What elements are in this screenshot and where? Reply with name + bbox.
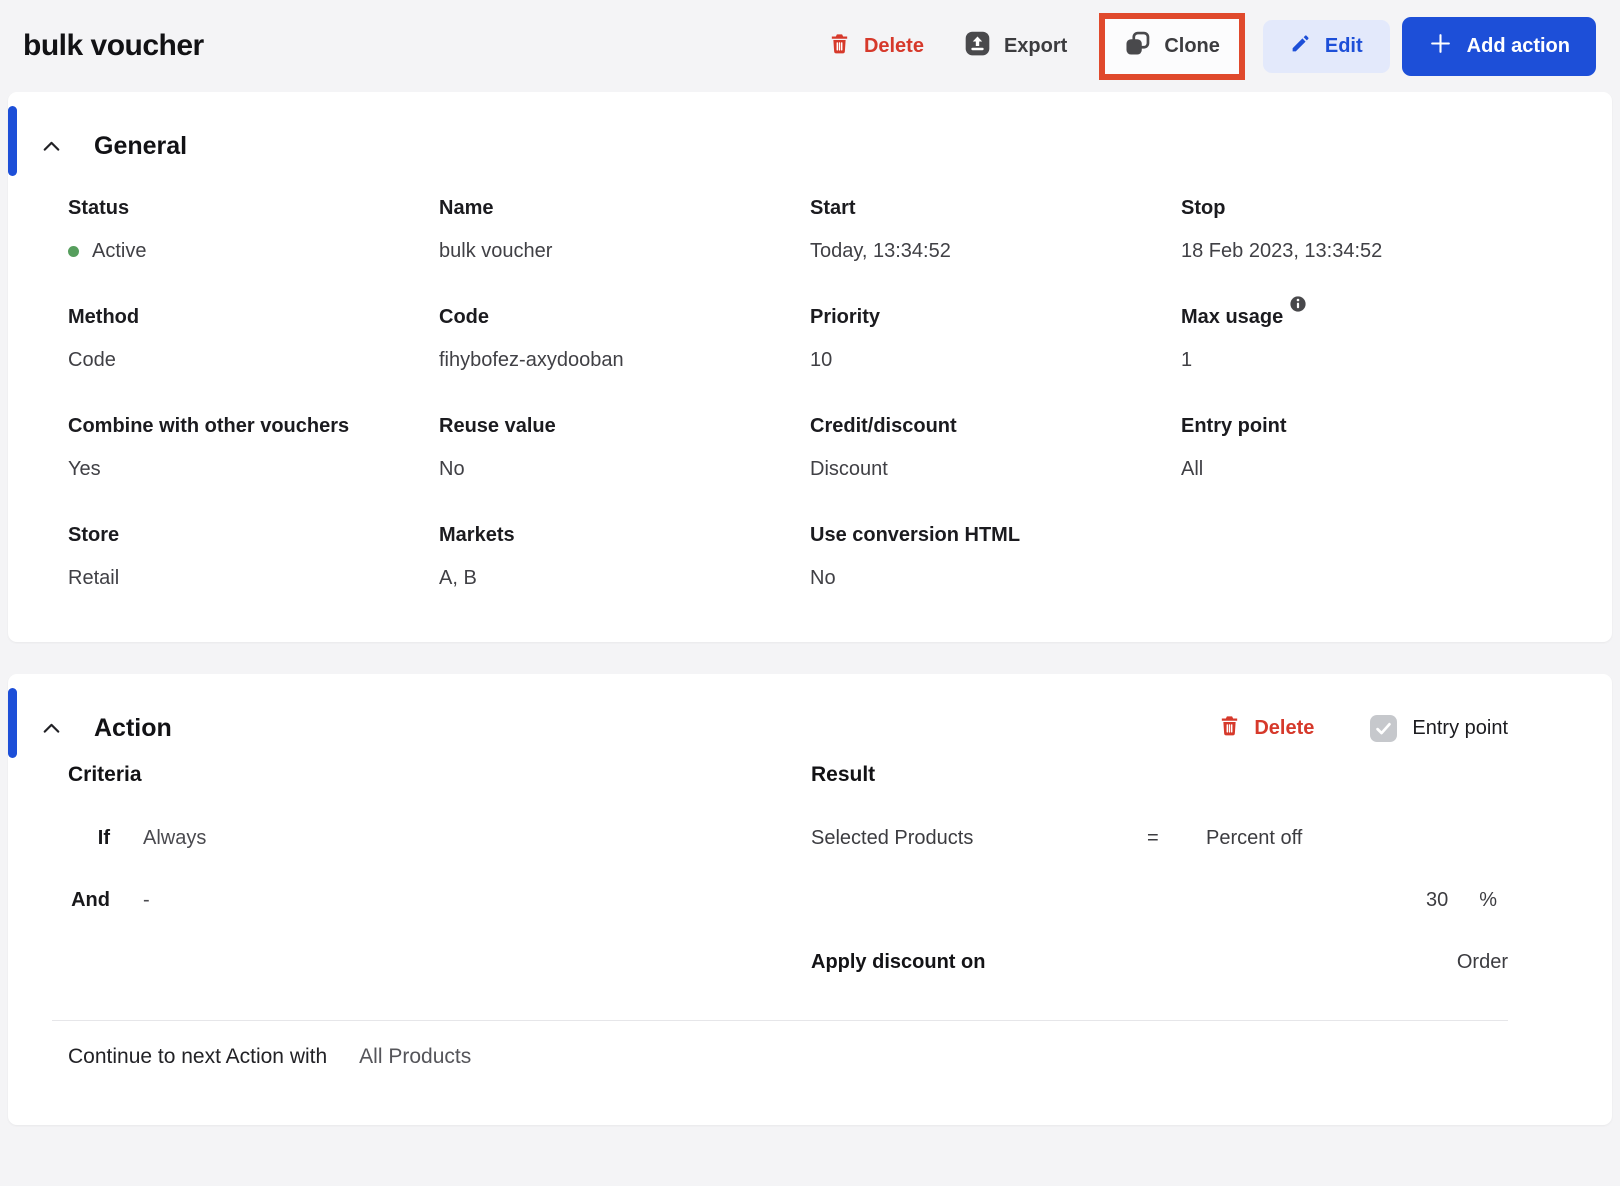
trash-icon <box>828 32 851 61</box>
status-dot-icon <box>68 245 79 257</box>
action-delete-button[interactable]: Delete <box>1218 714 1314 743</box>
clone-button-label: Clone <box>1164 34 1220 57</box>
add-action-button-label: Add action <box>1466 34 1570 57</box>
field-entry-point: Entry point All <box>1181 415 1287 480</box>
action-delete-label: Delete <box>1254 716 1315 739</box>
field-start: Start Today, 13:34:52 <box>810 197 951 262</box>
field-use-conversion-html: Use conversion HTML No <box>810 524 1021 589</box>
edit-button-label: Edit <box>1324 34 1363 57</box>
field-stop: Stop 18 Feb 2023, 13:34:52 <box>1181 197 1383 262</box>
field-priority: Priority 10 <box>810 306 881 371</box>
add-action-button[interactable]: Add action <box>1401 16 1596 76</box>
result-left-operand: Selected Products <box>811 827 974 849</box>
status-value: Active <box>92 240 147 262</box>
action-section-header: Action Delete Entry point <box>8 674 1612 760</box>
delete-button[interactable]: Delete <box>814 22 938 71</box>
entry-point-toggle: Entry point <box>1370 714 1508 742</box>
export-button[interactable]: Export <box>950 20 1081 73</box>
header-actions: Delete Export Clone Edit Add action <box>814 12 1596 80</box>
percent-value: 30 <box>1425 889 1449 911</box>
field-reuse-value: Reuse value No <box>439 415 556 480</box>
result-title: Result <box>811 763 876 786</box>
result-operator: = <box>1147 827 1159 849</box>
general-section-header: General <box>8 92 1612 188</box>
field-combine: Combine with other vouchers Yes <box>68 415 350 480</box>
field-max-usage: Max usage 1 <box>1181 296 1552 374</box>
plus-icon <box>1428 31 1453 62</box>
trash-icon <box>1218 714 1241 743</box>
clone-highlight-box: Clone <box>1099 12 1245 80</box>
check-icon <box>1376 722 1392 734</box>
field-code: Code fihybofez-axydooban <box>439 306 624 371</box>
section-accent-bar <box>8 106 17 176</box>
clone-icon <box>1124 30 1151 63</box>
criteria-row-and: And - <box>71 889 150 911</box>
entry-point-checkbox[interactable] <box>1370 714 1398 742</box>
field-status: Status Active <box>68 194 439 265</box>
pencil-icon <box>1290 33 1311 60</box>
action-section: Action Delete Entry point Criteria If Al… <box>8 674 1612 1125</box>
section-accent-bar <box>8 688 17 758</box>
action-body: Criteria If Always And - Result Selected… <box>8 760 1612 976</box>
field-credit-discount: Credit/discount Discount <box>810 415 957 480</box>
criteria-title: Criteria <box>68 763 142 786</box>
entry-point-checkbox-label: Entry point <box>1412 716 1508 739</box>
result-row-products: Selected Products = Percent off <box>811 824 1508 852</box>
general-section-title: General <box>94 132 188 160</box>
continue-label: Continue to next Action with <box>68 1045 328 1068</box>
field-method: Method Code <box>68 306 140 371</box>
clone-button[interactable]: Clone <box>1114 24 1230 69</box>
field-markets: Markets A, B <box>439 524 515 589</box>
percent-unit: % <box>1479 889 1497 911</box>
chevron-up-icon[interactable] <box>38 133 65 160</box>
edit-button[interactable]: Edit <box>1262 19 1390 73</box>
result-right-operand: Percent off <box>1206 827 1303 849</box>
chevron-up-icon[interactable] <box>38 715 65 742</box>
general-section: General Status Active Name bulk voucher … <box>8 92 1612 642</box>
export-icon <box>964 30 991 63</box>
field-name: Name bulk voucher <box>439 197 553 262</box>
action-footer: Continue to next Action with All Product… <box>8 1021 1612 1125</box>
result-row-percent: 30 % <box>811 886 1508 914</box>
delete-button-label: Delete <box>863 34 924 57</box>
criteria-column: Criteria If Always And - <box>68 760 811 948</box>
page-header: bulk voucher Delete Export Clone Edit Ad… <box>0 0 1620 92</box>
action-section-title: Action <box>94 714 172 742</box>
general-fields-grid: Status Active Name bulk voucher Start To… <box>8 188 1612 642</box>
result-row-apply: Apply discount on Order <box>811 951 1508 973</box>
result-column: Result Selected Products = Percent off 3… <box>811 760 1508 976</box>
page-title: bulk voucher <box>23 29 204 62</box>
criteria-row-if: If Always <box>97 827 207 849</box>
continue-value: All Products <box>359 1045 472 1068</box>
export-button-label: Export <box>1003 34 1068 57</box>
info-icon[interactable] <box>1290 296 1306 312</box>
field-store: Store Retail <box>68 524 120 589</box>
